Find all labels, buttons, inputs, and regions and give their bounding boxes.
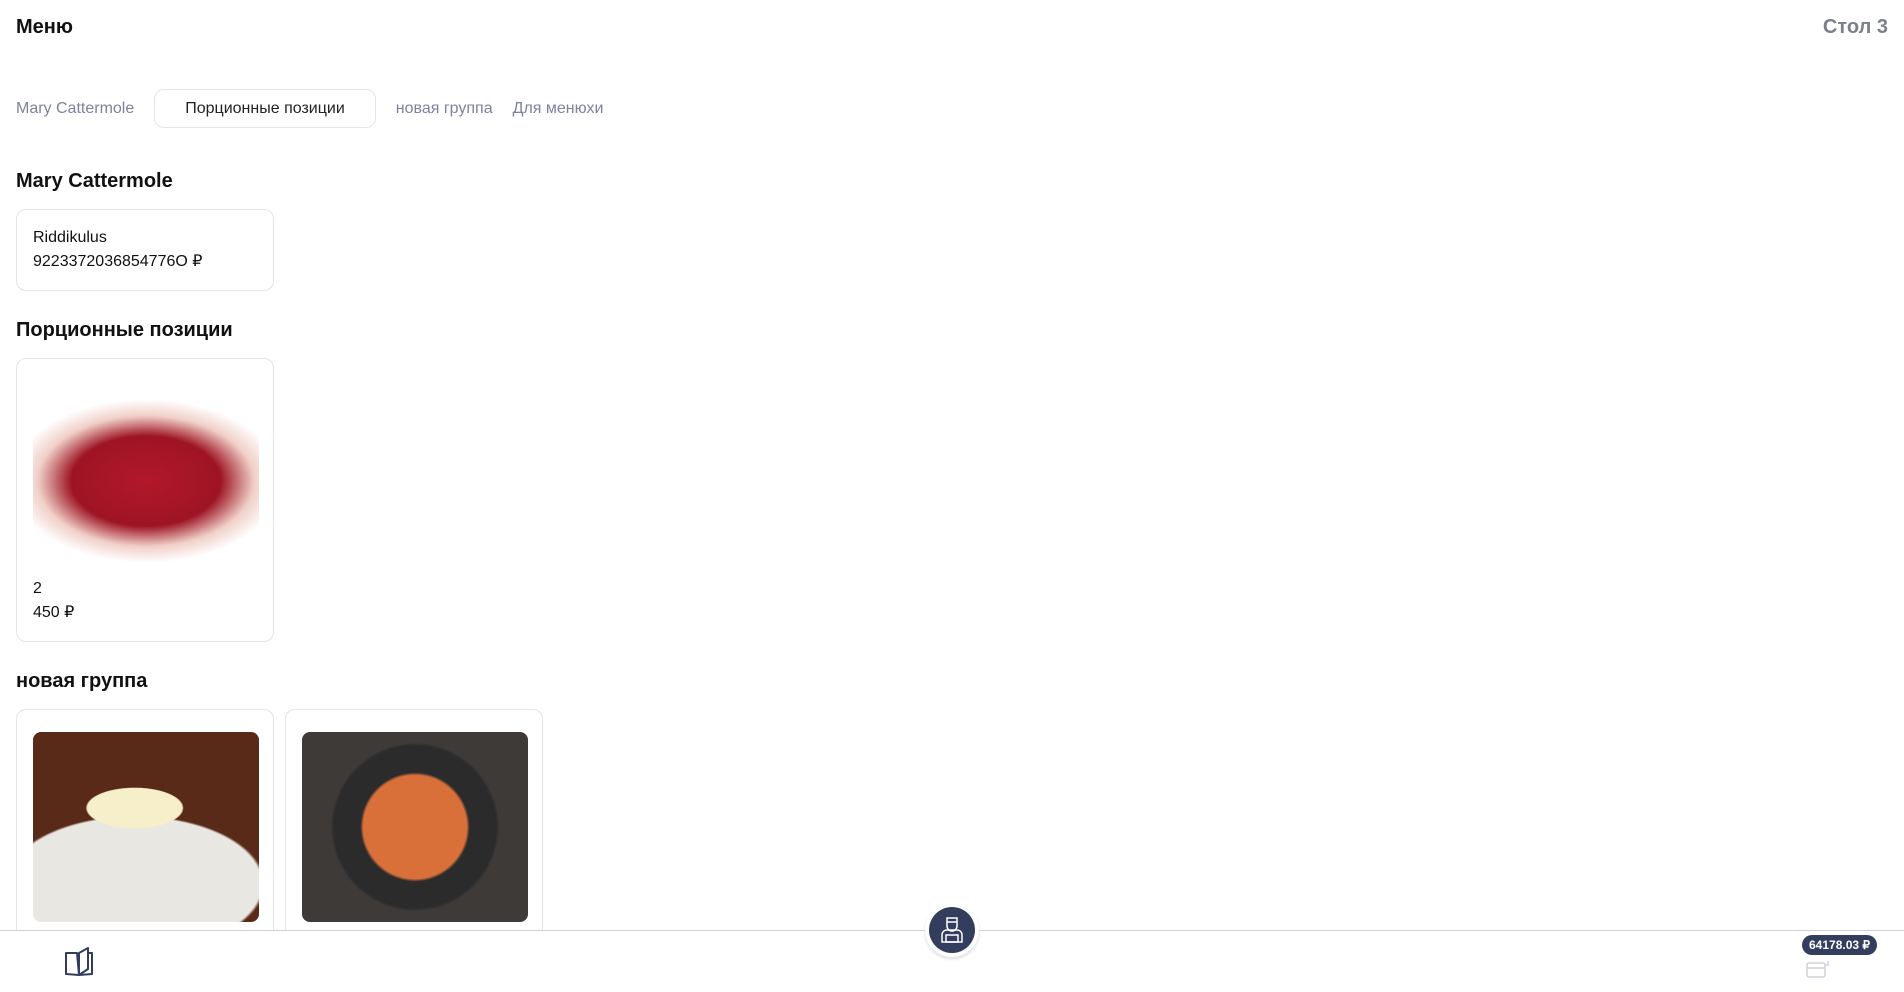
page-title: Меню	[16, 16, 73, 38]
section-title: Порционные позиции	[16, 319, 233, 341]
section-mary-cattermole: Mary Cattermole Riddikulus 9223372036854…	[16, 170, 1904, 291]
menu-item-card[interactable]	[16, 709, 274, 930]
order-total-badge: 64178.03 ₽	[1802, 935, 1878, 955]
menu-item-card[interactable]	[285, 709, 543, 930]
category-tabs: Mary Cattermole Порционные позиции новая…	[16, 89, 603, 128]
menu-book-icon[interactable]	[64, 947, 94, 982]
pasta-pan-image	[302, 732, 528, 922]
section-portion-items: Порционные позиции 2 450 ₽	[16, 319, 1904, 642]
cheese-dish-image	[33, 732, 259, 922]
menu-content[interactable]: Mary Cattermole Riddikulus 9223372036854…	[16, 170, 1904, 930]
item-name: Riddikulus	[33, 229, 107, 246]
tab-mary-cattermole[interactable]: Mary Cattermole	[16, 89, 134, 128]
bottom-bar: 64178.03 ₽	[0, 903, 1904, 992]
payment-card-icon[interactable]	[1806, 959, 1830, 984]
menu-item-card[interactable]: Riddikulus 9223372036854776О ₽	[16, 209, 274, 291]
menu-item-card[interactable]: 2 450 ₽	[16, 358, 274, 642]
table-label: Стол 3	[1822, 16, 1888, 38]
item-price: 450 ₽	[33, 604, 75, 621]
section-title: Mary Cattermole	[16, 170, 173, 192]
tab-portion-items[interactable]: Порционные позиции	[154, 89, 376, 128]
tab-new-group[interactable]: новая группа	[396, 89, 493, 128]
call-waiter-button[interactable]	[925, 903, 979, 957]
tab-for-menu[interactable]: Для менюхи	[513, 89, 604, 128]
item-name: 2	[33, 580, 42, 597]
item-price: 9223372036854776О ₽	[33, 253, 203, 270]
raw-beef-image	[33, 381, 259, 563]
waiter-icon	[929, 907, 975, 953]
section-title: новая группа	[16, 670, 148, 692]
section-new-group: новая группа	[16, 670, 1904, 930]
